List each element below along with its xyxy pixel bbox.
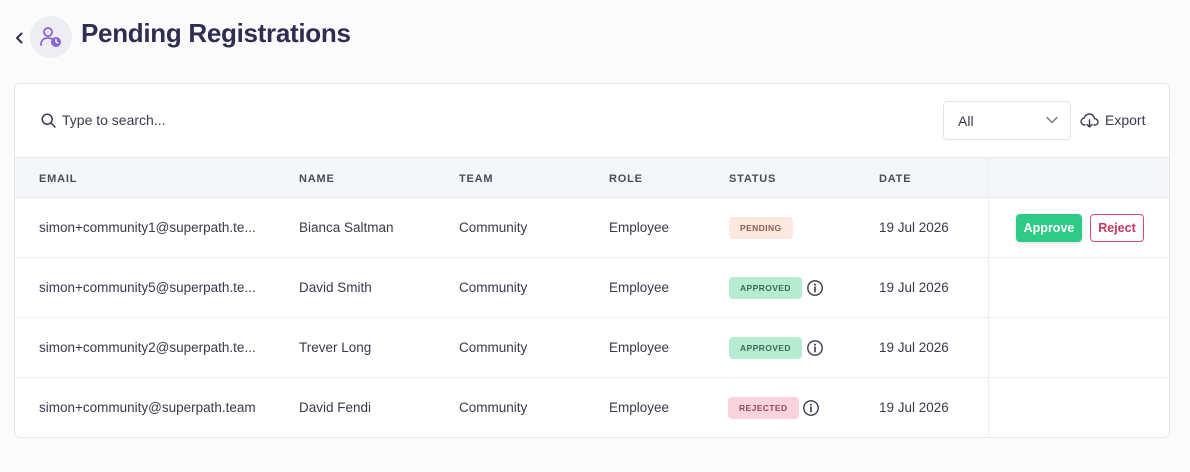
actions-column-divider bbox=[988, 157, 989, 437]
chevron-down-icon bbox=[1046, 116, 1058, 124]
row-role: Employee bbox=[609, 340, 670, 355]
table-row: simon+community2@superpath.te... Trever … bbox=[15, 318, 1169, 378]
row-email: simon+community1@superpath.te... bbox=[39, 220, 256, 235]
row-name: David Smith bbox=[299, 280, 372, 295]
chevron-left-icon bbox=[16, 32, 23, 44]
approve-button[interactable]: Approve bbox=[1016, 214, 1082, 242]
row-email: simon+community2@superpath.te... bbox=[39, 340, 256, 355]
row-name: Trever Long bbox=[299, 340, 372, 355]
row-team: Community bbox=[459, 280, 528, 295]
column-header-name[interactable]: NAME bbox=[299, 173, 335, 185]
table-row: simon+community1@superpath.te... Bianca … bbox=[15, 198, 1169, 258]
info-icon[interactable] bbox=[802, 399, 820, 417]
status-badge: PENDING bbox=[729, 217, 793, 239]
row-name: David Fendi bbox=[299, 400, 372, 415]
table-header: EMAIL NAME TEAM ROLE STATUS DATE bbox=[15, 157, 1169, 198]
user-clock-icon bbox=[40, 27, 61, 47]
row-team: Community bbox=[459, 340, 528, 355]
row-role: Employee bbox=[609, 280, 670, 295]
info-icon[interactable] bbox=[806, 339, 824, 357]
row-name: Bianca Saltman bbox=[299, 220, 394, 235]
row-role: Employee bbox=[609, 220, 670, 235]
export-button[interactable]: Export bbox=[1080, 112, 1145, 128]
row-email: simon+community@superpath.team bbox=[39, 400, 256, 415]
search-input[interactable] bbox=[62, 112, 362, 128]
reject-button[interactable]: Reject bbox=[1090, 214, 1144, 242]
registrations-card: All Export EMAIL NAME TEAM ROLE STATUS D… bbox=[14, 83, 1170, 438]
table-row: simon+community@superpath.team David Fen… bbox=[15, 378, 1169, 437]
row-date: 19 Jul 2026 bbox=[879, 340, 949, 355]
status-badge: REJECTED bbox=[728, 397, 799, 419]
export-label: Export bbox=[1105, 112, 1146, 128]
row-email: simon+community5@superpath.te... bbox=[39, 280, 256, 295]
row-date: 19 Jul 2026 bbox=[879, 220, 949, 235]
column-header-date[interactable]: DATE bbox=[879, 173, 911, 185]
column-header-email[interactable]: EMAIL bbox=[39, 173, 77, 185]
row-team: Community bbox=[459, 400, 528, 415]
toolbar: All Export bbox=[15, 84, 1169, 157]
row-role: Employee bbox=[609, 400, 670, 415]
status-badge: APPROVED bbox=[729, 277, 802, 299]
status-filter-value: All bbox=[958, 112, 974, 129]
info-icon[interactable] bbox=[806, 279, 824, 297]
status-badge: APPROVED bbox=[729, 337, 802, 359]
column-header-team[interactable]: TEAM bbox=[459, 173, 493, 185]
back-button[interactable] bbox=[12, 29, 26, 47]
row-date: 19 Jul 2026 bbox=[879, 400, 949, 415]
status-filter-select[interactable]: All bbox=[943, 101, 1071, 140]
table-row: simon+community5@superpath.te... David S… bbox=[15, 258, 1169, 318]
column-header-status[interactable]: STATUS bbox=[729, 173, 776, 185]
row-team: Community bbox=[459, 220, 528, 235]
page-header: Pending Registrations bbox=[0, 0, 1190, 76]
column-header-role[interactable]: ROLE bbox=[609, 173, 643, 185]
search-box[interactable] bbox=[41, 112, 362, 128]
search-icon bbox=[41, 112, 56, 128]
row-date: 19 Jul 2026 bbox=[879, 280, 949, 295]
cloud-download-icon bbox=[1080, 112, 1099, 128]
page-avatar bbox=[30, 16, 72, 58]
page-title: Pending Registrations bbox=[81, 18, 351, 48]
